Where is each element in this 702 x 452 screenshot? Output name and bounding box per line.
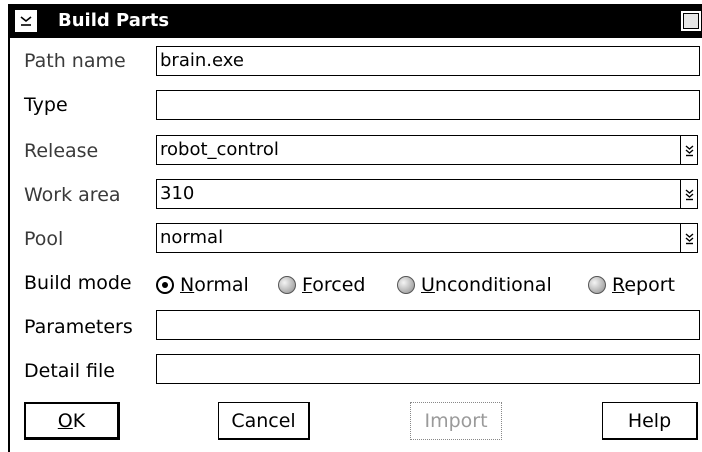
work-area-dropdown-icon[interactable] bbox=[680, 180, 697, 208]
type-label: Type bbox=[24, 94, 68, 116]
radio-normal-label: Normal bbox=[180, 274, 249, 296]
system-menu-icon[interactable] bbox=[14, 9, 38, 33]
maximize-icon[interactable] bbox=[680, 10, 702, 32]
work-area-value: 310 bbox=[160, 183, 195, 204]
build-mode-label: Build mode bbox=[24, 272, 132, 294]
window-title: Build Parts bbox=[58, 10, 170, 31]
ok-mnemonic: O bbox=[57, 409, 73, 432]
radio-selected-icon bbox=[156, 276, 174, 294]
radio-normal[interactable]: Normal bbox=[156, 272, 249, 298]
release-label: Release bbox=[24, 140, 99, 162]
release-combo[interactable]: robot_control bbox=[156, 135, 698, 165]
detail-file-label: Detail file bbox=[24, 360, 115, 382]
pool-value: normal bbox=[160, 227, 224, 248]
ok-button[interactable]: OK bbox=[24, 402, 120, 440]
work-area-label: Work area bbox=[24, 184, 121, 206]
cancel-button[interactable]: Cancel bbox=[218, 402, 310, 440]
radio-report[interactable]: Report bbox=[588, 272, 675, 298]
detail-file-field[interactable] bbox=[156, 354, 700, 384]
path-name-field[interactable]: brain.exe bbox=[156, 46, 700, 76]
import-button: Import bbox=[410, 402, 502, 440]
radio-report-label: Report bbox=[612, 274, 675, 296]
radio-unselected-icon bbox=[397, 276, 415, 294]
radio-unconditional[interactable]: Unconditional bbox=[397, 272, 552, 298]
parameters-label: Parameters bbox=[24, 316, 133, 338]
build-parts-dialog: Build Parts Path name brain.exe Type Rel… bbox=[8, 4, 702, 452]
radio-forced[interactable]: Forced bbox=[278, 272, 365, 298]
help-button[interactable]: Help bbox=[602, 402, 698, 440]
radio-unconditional-label: Unconditional bbox=[421, 274, 552, 296]
pool-dropdown-icon[interactable] bbox=[680, 224, 697, 252]
radio-unselected-icon bbox=[278, 276, 296, 294]
release-value: robot_control bbox=[160, 139, 279, 160]
radio-unselected-icon bbox=[588, 276, 606, 294]
title-bar: Build Parts bbox=[10, 4, 702, 38]
ok-label: K bbox=[72, 409, 86, 432]
work-area-combo[interactable]: 310 bbox=[156, 179, 698, 209]
pool-label: Pool bbox=[24, 228, 64, 250]
path-name-label: Path name bbox=[24, 50, 126, 72]
parameters-field[interactable] bbox=[156, 310, 700, 340]
radio-forced-label: Forced bbox=[302, 274, 366, 296]
type-field[interactable] bbox=[156, 90, 700, 120]
release-dropdown-icon[interactable] bbox=[680, 136, 697, 164]
pool-combo[interactable]: normal bbox=[156, 223, 698, 253]
